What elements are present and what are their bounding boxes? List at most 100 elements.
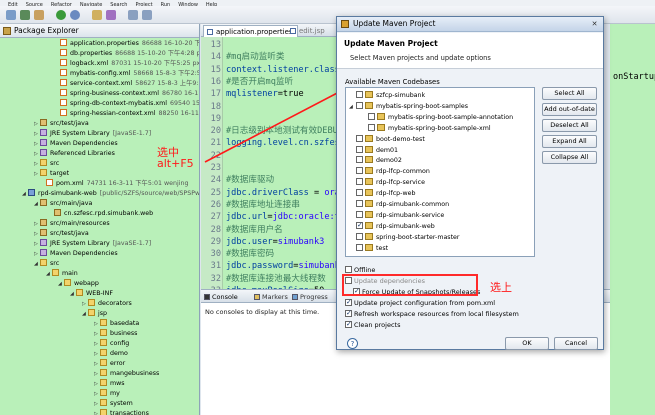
codebase-checkbox[interactable] [356,156,363,164]
tree-item[interactable]: ▷ basedata [94,319,142,329]
tree-item[interactable]: ▷ src/main/resources [34,219,113,229]
back-icon[interactable] [128,10,138,20]
codebase-item[interactable]: demo02 [349,156,402,166]
help-icon[interactable]: ? [347,338,358,349]
tree-item[interactable]: ▷ mangebusiness [94,369,162,379]
codebase-item[interactable]: rdp-simubank-service [349,210,444,221]
forward-icon[interactable] [142,10,152,20]
tree-item[interactable]: ◢ WEB-INF [70,289,116,299]
tree-item[interactable]: ◢ src [34,259,62,269]
tree-item[interactable]: ▷ config [94,339,132,349]
codebase-item[interactable]: boot-demo-test [349,134,425,145]
tree-item[interactable]: ▷ Maven Dependencies [34,139,121,149]
codebase-item[interactable]: spring-boot-starter-master [349,232,460,243]
clean-checkbox[interactable] [345,319,352,329]
tab-console[interactable]: Console [203,291,238,303]
codebase-checkbox[interactable] [368,123,375,131]
codebase-item[interactable]: rdp-simubank-common [349,200,449,210]
tree-item[interactable]: ▷ error [94,359,128,369]
tree-item[interactable]: mybatis-config.xml58668 15-8-3 下午2:52 c [54,69,199,79]
codebase-tree[interactable]: szfcp-simubank ◢ mybatis-spring-boot-sampl… [345,87,535,257]
codebase-checkbox[interactable] [356,91,363,98]
collapse-all-button[interactable]: Collapse All [542,151,597,164]
tree-item[interactable]: ◢ webapp [58,279,102,289]
tree-item[interactable]: spring-business-context.xml86780 16-11-2… [54,89,199,99]
codebase-checkbox[interactable] [356,134,363,142]
deselect-all-button[interactable]: Deselect All [542,119,597,132]
search-icon[interactable] [106,10,116,20]
add-out-of-date-button[interactable]: Add out-of-date [542,103,597,116]
refresh-option[interactable]: Refresh workspace resources from local f… [345,308,519,319]
tree-item[interactable]: ▷ my [94,389,123,399]
codebase-checkbox[interactable] [356,200,363,207]
codebase-item[interactable]: rdp-lfcp-web [349,189,415,199]
codebase-item[interactable]: rdp-lfcp-service [349,178,425,188]
tree-item[interactable]: ◢ main [46,269,81,279]
tree-item[interactable]: ◢ jsp [82,309,110,319]
tree-item[interactable]: cn.szfesc.rpd.simubank.web [48,209,156,219]
codebase-checkbox[interactable] [356,232,363,240]
update-config-checkbox[interactable] [345,297,352,307]
tree-item[interactable]: spring-hessian-context.xml88250 16-11-7 [54,109,199,119]
cancel-button[interactable]: Cancel [554,337,598,350]
tab-markers[interactable]: Markers [253,291,288,303]
print-icon[interactable] [34,10,44,20]
tree-item[interactable]: ▷ target [34,169,72,179]
tree-item[interactable]: ▷ business [94,329,140,339]
codebase-checkbox[interactable] [356,243,363,251]
tree-item[interactable]: ▷ Referenced Libraries [34,149,118,159]
update-config-option[interactable]: Update project configuration from pom.xm… [345,297,495,308]
tree-item[interactable]: pom.xml 74731 16-3-11 下午5:01 wenjing [40,179,188,189]
tree-item[interactable]: spring-db-context-mybatis.xml69540 15-11 [54,99,199,109]
tree-item[interactable]: ▷ system [94,399,136,409]
codebase-item[interactable]: rdp-simubank-web [349,220,435,232]
codebase-checkbox[interactable] [356,220,363,230]
package-explorer-tab[interactable]: Package Explorer [0,24,199,38]
dialog-titlebar[interactable]: Update Maven Project ✕ [337,17,603,32]
tree-item[interactable]: ▷ demo [94,349,131,359]
refresh-checkbox[interactable] [345,308,352,318]
codebase-checkbox[interactable] [368,112,375,120]
tree-item[interactable]: db.properties 86688 15-10-20 下午4:28 pkt [54,49,199,59]
codebase-item[interactable]: szfcp-simubank [349,91,425,101]
tab-application-properties[interactable]: application.properties [203,25,298,37]
tree-item[interactable]: logback.xml 87031 15-10-20 下午5:25 pxl [54,59,199,69]
run-icon[interactable] [56,10,66,20]
tree-item[interactable]: ◢ src/main/java [34,199,95,209]
codebase-item[interactable]: mybatis-spring-boot-sample-annotation [361,112,513,123]
select-all-button[interactable]: Select All [542,87,597,100]
tree-item[interactable]: ▷ src/test/java [34,119,92,129]
tree-item[interactable]: ▷ transactions [94,409,152,415]
expand-toggle-icon[interactable]: ◢ [349,102,356,112]
codebase-checkbox[interactable] [356,210,363,218]
tree-item[interactable]: ◢ rpd-simubank-web [public/SZFS/source/web… [22,189,199,199]
clean-option[interactable]: Clean projects [345,319,400,330]
codebase-checkbox[interactable] [356,178,363,186]
tree-item[interactable]: ▷ decorators [82,299,135,309]
new-icon[interactable] [6,10,16,20]
tab-edit-jsp[interactable]: edit.jsp [287,25,329,37]
expand-all-button[interactable]: Expand All [542,135,597,148]
codebase-checkbox[interactable] [356,101,363,109]
tree-item[interactable]: ▷ mws [94,379,128,389]
open-type-icon[interactable] [92,10,102,20]
tree-item[interactable]: ▷ src/test/java [34,229,92,239]
codebase-checkbox[interactable] [356,167,363,175]
tree-item[interactable]: application.properties86688 16-10-20 下午 [54,39,199,49]
codebase-item[interactable]: dem01 [349,145,398,156]
tree-item[interactable]: ▷ src [34,159,62,169]
offline-checkbox[interactable] [345,266,352,273]
ok-button[interactable]: OK [505,337,549,350]
codebase-checkbox[interactable] [356,189,363,197]
tab-progress[interactable]: Progress [291,291,328,303]
save-icon[interactable] [20,10,30,20]
codebase-item[interactable]: rdp-lfcp-common [349,167,430,177]
tree-item[interactable]: ▷ JRE System Library [JavaSE-1.7] [34,239,151,249]
tree-item[interactable]: ▷ JRE System Library [JavaSE-1.7] [34,129,151,139]
debug-icon[interactable] [70,10,80,20]
codebase-item[interactable]: ◢ mybatis-spring-boot-samples [349,101,468,112]
tree-item[interactable]: service-context.xml58627 15-8-3 上午9:23 p… [54,79,199,89]
codebase-checkbox[interactable] [356,145,363,153]
tree-item[interactable]: ▷ Maven Dependencies [34,249,121,259]
close-icon[interactable]: ✕ [589,19,600,29]
